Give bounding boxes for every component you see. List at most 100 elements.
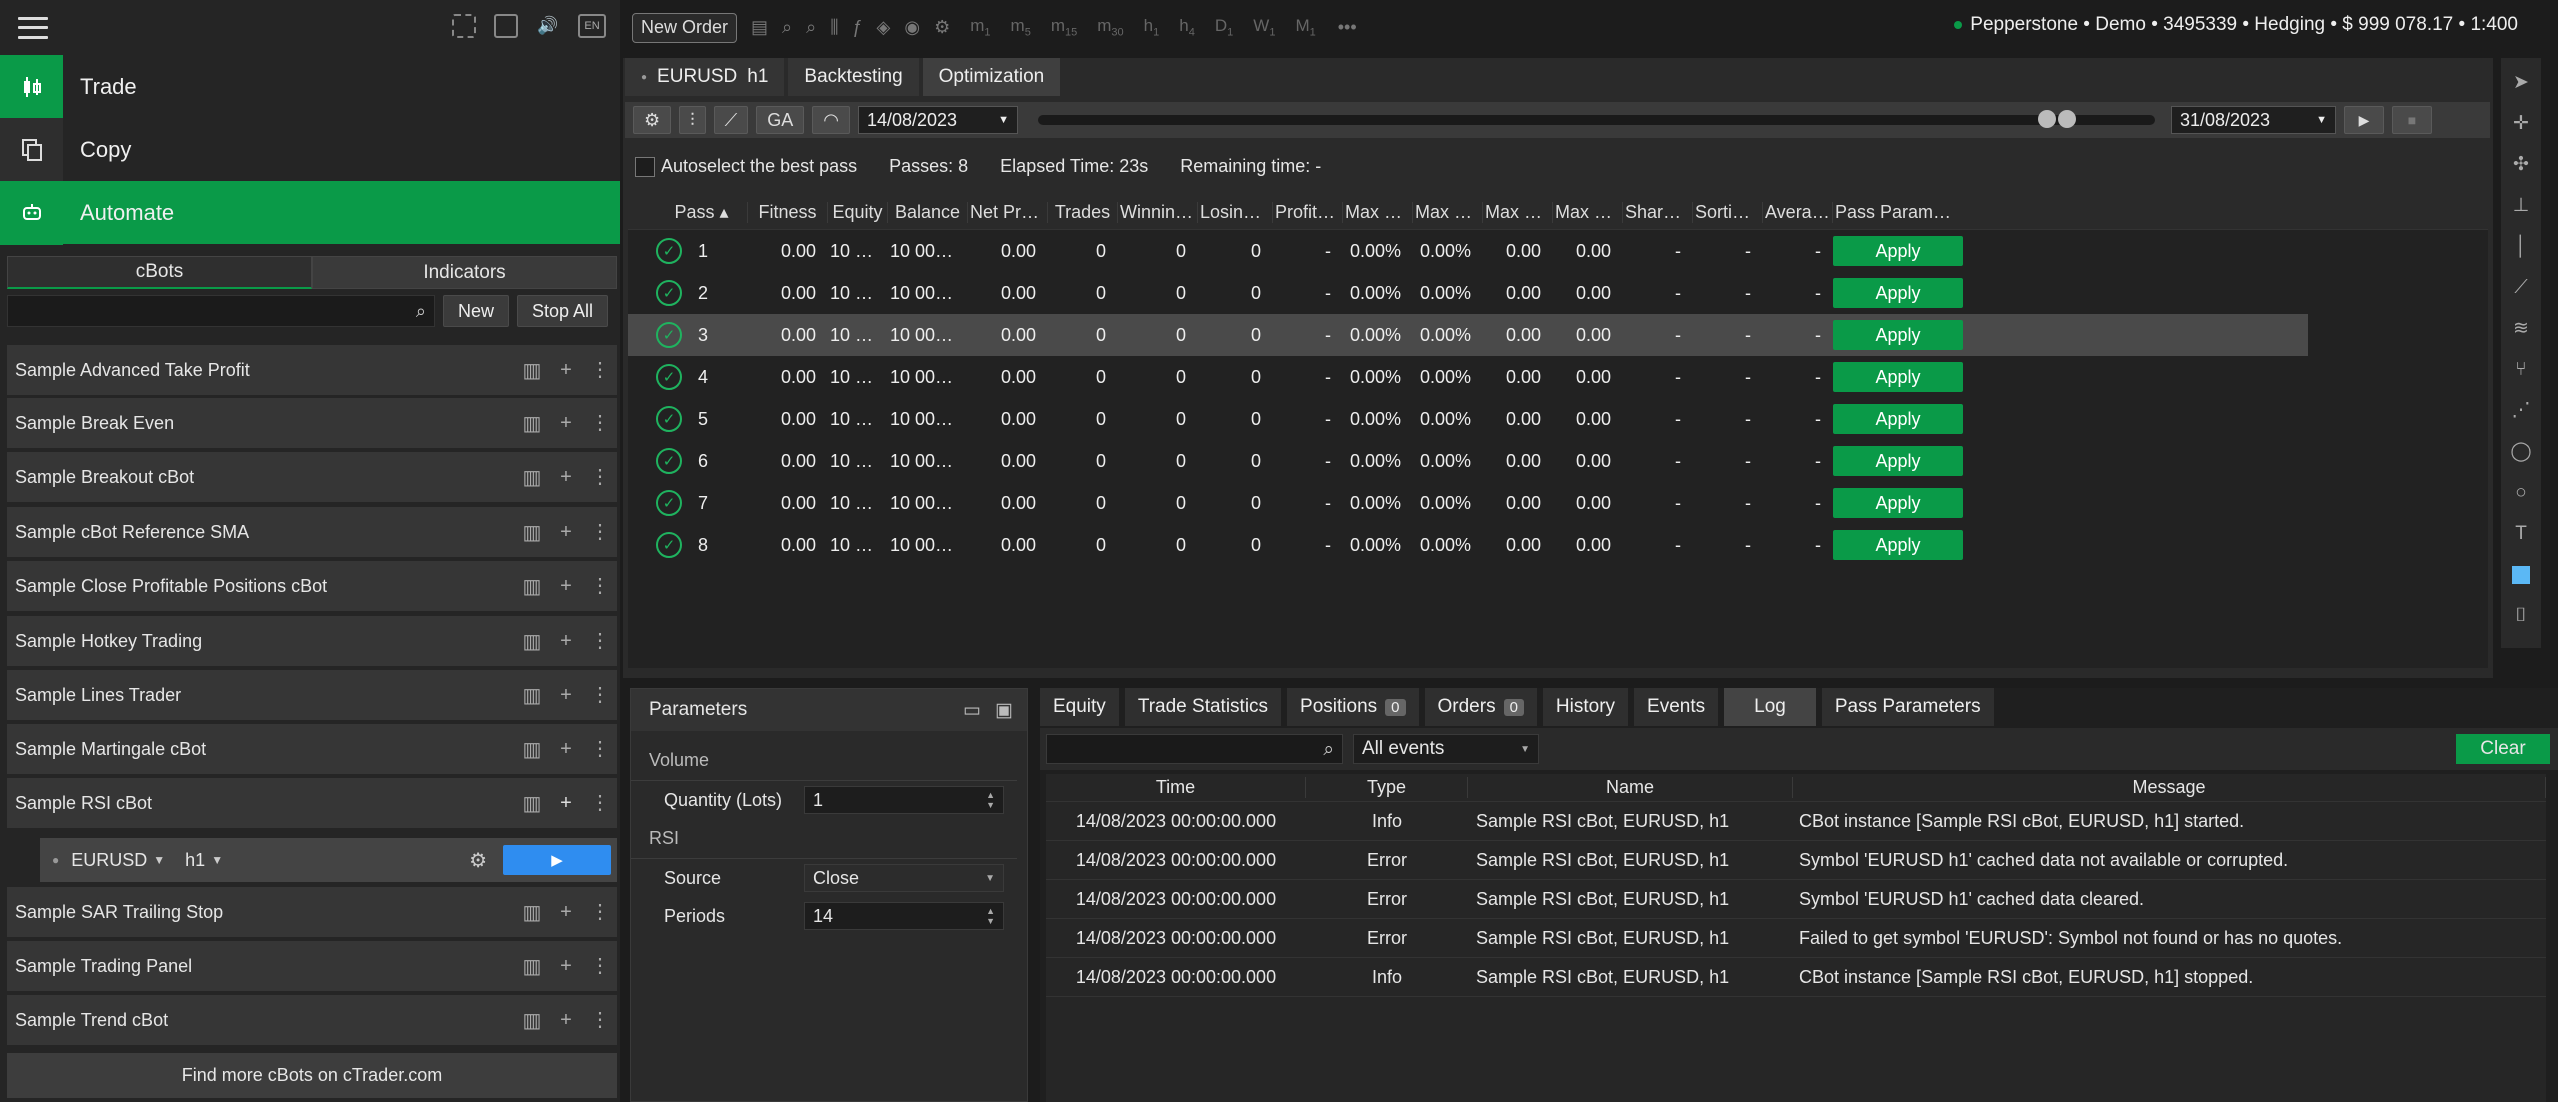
event-filter-select[interactable]: All events ▼ (1353, 734, 1539, 764)
stop-all-button[interactable]: Stop All (517, 295, 609, 327)
vertical-line-icon[interactable]: │ (2508, 230, 2534, 263)
more-vertical-icon[interactable]: ⋮ (583, 793, 617, 813)
column-header[interactable]: Net Profit (968, 202, 1048, 223)
color-icon[interactable] (2508, 558, 2534, 591)
bot-list-item[interactable]: Sample SAR Trailing Stop ▥ + ⋮ (7, 887, 617, 937)
bot-list-item[interactable]: Sample Hotkey Trading ▥ + ⋮ (7, 616, 617, 666)
tab-trade-statistics[interactable]: Trade Statistics (1124, 688, 1282, 726)
bot-list-item[interactable]: Sample RSI cBot ▥ + ⋮ (7, 778, 617, 828)
save-icon[interactable]: ▣ (995, 699, 1013, 722)
gear-icon[interactable]: ⚙ (469, 848, 487, 873)
bot-list-item[interactable]: Sample cBot Reference SMA ▥ + ⋮ (7, 507, 617, 557)
log-column-header[interactable]: Message (1793, 777, 2546, 798)
tab-pass-parameters[interactable]: Pass Parameters (1821, 688, 1994, 726)
table-row[interactable]: ✓80.0010 000.…10 000.…0.00000-0.00%0.00%… (628, 524, 2488, 566)
timeframe-m1[interactable]: m1 (970, 16, 990, 38)
log-row[interactable]: 14/08/2023 00:00:00.000 Info Sample RSI … (1046, 802, 2546, 841)
column-header[interactable]: Winning tr… (1118, 202, 1198, 223)
column-header[interactable]: Pass Parameters (1833, 202, 1963, 223)
ruler-icon[interactable]: ⊥ (2508, 189, 2534, 222)
add-instance-icon[interactable]: + (549, 1009, 583, 1032)
end-date-select[interactable]: 31/08/2023 ▼ (2170, 106, 2336, 134)
table-row[interactable]: ✓70.0010 000.…10 000.…0.00000-0.00%0.00%… (628, 482, 2488, 524)
chart-settings-icon[interactable]: ⚙ (934, 17, 950, 38)
bot-list-item[interactable]: Sample Break Even ▥ + ⋮ (7, 398, 617, 448)
tab-backtesting[interactable]: Backtesting (788, 58, 919, 96)
apply-button[interactable]: Apply (1833, 278, 1963, 308)
more-vertical-icon[interactable]: ⋮ (583, 902, 617, 922)
tab-optimization[interactable]: Optimization (922, 58, 1061, 96)
timeframe-d1[interactable]: D1 (1215, 16, 1233, 38)
column-header[interactable]: Max Equit… (1483, 202, 1553, 223)
apply-button[interactable]: Apply (1833, 404, 1963, 434)
bot-list-item[interactable]: Sample Advanced Take Profit ▥ + ⋮ (7, 345, 617, 395)
add-instance-icon[interactable]: + (549, 684, 583, 707)
tab-positions[interactable]: Positions 0 (1287, 688, 1419, 726)
pitchfork-icon[interactable]: ⑂ (2508, 353, 2534, 386)
speed-button[interactable]: ◠ (812, 106, 850, 134)
bot-list-item[interactable]: Sample Trading Panel ▥ + ⋮ (7, 941, 617, 991)
log-search-input[interactable]: ⌕ (1046, 734, 1343, 764)
timeframe-h1[interactable]: h1 (1144, 16, 1160, 38)
sound-icon[interactable]: 🔊 (536, 14, 560, 38)
circle-icon[interactable]: ○ (2508, 476, 2534, 509)
add-instance-icon[interactable]: + (549, 412, 583, 435)
nav-automate[interactable]: Automate (0, 180, 620, 245)
fibonacci-icon[interactable]: ≋ (2508, 312, 2534, 345)
instance-symbol[interactable]: EURUSD (71, 850, 147, 871)
table-row[interactable]: ✓50.0010 000.…10 000.…0.00000-0.00%0.00%… (628, 398, 2488, 440)
tab-symbol[interactable]: ● EURUSD h1 (625, 58, 785, 96)
add-instance-icon[interactable]: + (549, 466, 583, 489)
fullscreen-icon[interactable] (452, 14, 476, 38)
tab-cbots[interactable]: cBots (7, 256, 312, 289)
add-instance-icon[interactable]: + (549, 738, 583, 761)
column-header[interactable]: Sharpe R… (1623, 202, 1693, 223)
play-button[interactable]: ▶ (503, 845, 611, 875)
add-instance-icon[interactable]: + (549, 792, 583, 815)
bot-list-item[interactable]: Sample Lines Trader ▥ + ⋮ (7, 670, 617, 720)
cursor-icon[interactable]: ➤ (2508, 66, 2534, 99)
log-row[interactable]: 14/08/2023 00:00:00.000 Error Sample RSI… (1046, 919, 2546, 958)
column-header[interactable]: Fitness (748, 202, 828, 223)
nav-trade[interactable]: Trade (0, 54, 620, 119)
column-header[interactable]: Losing tra… (1198, 202, 1273, 223)
clear-log-button[interactable]: Clear (2456, 734, 2550, 764)
open-folder-icon[interactable]: ▭ (963, 699, 981, 722)
column-header[interactable]: Profit Factor (1273, 202, 1343, 223)
new-bot-button[interactable]: New (443, 295, 510, 327)
indicators-icon[interactable]: ƒ (853, 17, 863, 38)
column-header[interactable]: Max Equit… (1343, 202, 1413, 223)
timeframe-m1[interactable]: M1 (1295, 16, 1315, 38)
table-row[interactable]: ✓40.0010 000.…10 000.…0.00000-0.00%0.00%… (628, 356, 2488, 398)
chart-button[interactable]: ⟋ (713, 106, 749, 134)
periods-stepper[interactable]: 14 ▲ ▼ (804, 902, 1004, 930)
timeframe-m15[interactable]: m15 (1051, 16, 1077, 38)
camera-icon[interactable]: ⌷ (2508, 599, 2534, 632)
bot-list-item[interactable]: Sample Martingale cBot ▥ + ⋮ (7, 724, 617, 774)
log-row[interactable]: 14/08/2023 00:00:00.000 Info Sample RSI … (1046, 958, 2546, 997)
new-order-button[interactable]: New Order (632, 12, 738, 43)
date-range-slider[interactable] (1037, 110, 2155, 128)
tab-orders[interactable]: Orders 0 (1424, 688, 1537, 726)
stepper-arrows-icon[interactable]: ▲ ▼ (986, 906, 995, 926)
find-more-link[interactable]: Find more cBots on cTrader.com (7, 1053, 617, 1098)
layers-icon[interactable]: ◈ (877, 17, 891, 38)
timeframe-w1[interactable]: W1 (1253, 16, 1275, 38)
column-header[interactable]: Balance (888, 202, 968, 223)
tab-events[interactable]: Events (1634, 688, 1719, 726)
tab-log[interactable]: Log (1724, 688, 1816, 726)
column-header[interactable]: Pass ▴ (628, 202, 748, 223)
apply-button[interactable]: Apply (1833, 488, 1963, 518)
log-column-header[interactable]: Time (1046, 777, 1306, 798)
range-start-handle[interactable] (2037, 110, 2056, 128)
more-vertical-icon[interactable]: ⋮ (583, 413, 617, 433)
add-instance-icon[interactable]: + (549, 521, 583, 544)
table-row[interactable]: ✓60.0010 000.…10 000.…0.00000-0.00%0.00%… (628, 440, 2488, 482)
source-select[interactable]: Close ▼ (804, 864, 1004, 892)
column-header[interactable]: Max Balan… (1553, 202, 1623, 223)
timeframe-m5[interactable]: m5 (1011, 16, 1031, 38)
eye-icon[interactable]: ◉ (904, 17, 920, 38)
column-header[interactable]: Sortino Ra… (1693, 202, 1763, 223)
apply-button[interactable]: Apply (1833, 446, 1963, 476)
start-button[interactable]: ▶ (2343, 106, 2384, 134)
